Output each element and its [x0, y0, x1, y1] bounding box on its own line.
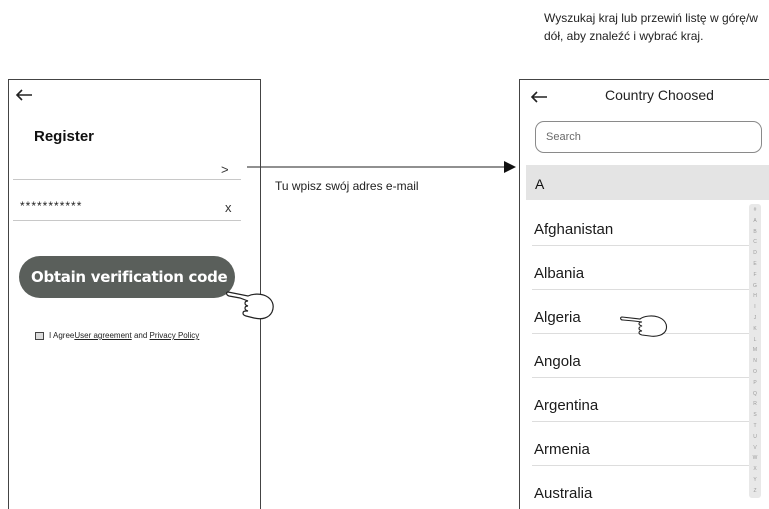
agree-prefix: I Agree	[49, 331, 75, 340]
email-field-underline	[13, 179, 241, 180]
obtain-verification-code-button[interactable]: Obtain verification code	[19, 256, 235, 298]
agree-connector: and	[131, 331, 150, 340]
index-letter[interactable]: C	[753, 240, 757, 245]
index-letter[interactable]: X	[753, 467, 756, 472]
register-screen: Register > *********** x Obtain verifica…	[8, 79, 274, 509]
index-letter[interactable]: O	[753, 369, 757, 375]
index-letter[interactable]: S	[753, 413, 756, 418]
index-letter[interactable]: T	[753, 423, 756, 429]
index-letter[interactable]: K	[753, 326, 756, 332]
country-screen: Country Choosed Search A Afghanistan Alb…	[519, 79, 769, 509]
agree-checkbox[interactable]	[35, 331, 44, 340]
agreement-row: I Agree User agreement and Privacy Polic…	[35, 331, 199, 340]
list-item[interactable]: Australia	[534, 485, 592, 502]
index-letter[interactable]: F	[753, 272, 756, 278]
index-letter[interactable]: U	[753, 434, 757, 440]
list-item[interactable]: Afghanistan	[534, 221, 613, 238]
index-letter[interactable]: P	[753, 380, 756, 386]
next-icon[interactable]: >	[221, 162, 229, 177]
alphabet-index-scrollbar[interactable]: # A B C D E F G H I J K L M N O P Q R S T U V W X Y Z	[749, 204, 761, 498]
index-letter[interactable]: G	[753, 283, 757, 289]
index-letter[interactable]: H	[753, 294, 757, 299]
back-arrow-icon[interactable]	[530, 88, 548, 108]
email-hint-callout: Tu wpisz swój adres e-mail	[275, 179, 419, 193]
index-letter[interactable]: Y	[753, 477, 756, 483]
index-letter[interactable]: E	[753, 261, 756, 267]
email-field[interactable]: >	[9, 154, 241, 178]
row-divider	[532, 289, 750, 290]
index-letter[interactable]: Z	[753, 488, 756, 494]
index-letter[interactable]: I	[754, 305, 755, 310]
country-hint-callout: Wyszukaj kraj lub przewiń listę w górę/w…	[544, 11, 758, 43]
list-item[interactable]: Albania	[534, 265, 584, 282]
index-letter[interactable]: D	[753, 251, 757, 256]
list-item[interactable]: Armenia	[534, 441, 590, 458]
user-agreement-link[interactable]: User agreement	[74, 331, 131, 340]
page-title: Register	[34, 128, 95, 145]
index-letter[interactable]: W	[753, 456, 758, 461]
clear-icon[interactable]: x	[225, 200, 232, 215]
back-arrow-icon[interactable]	[15, 86, 33, 106]
pointing-hand-icon	[226, 291, 274, 320]
list-item[interactable]: Angola	[534, 353, 581, 370]
search-input[interactable]: Search	[535, 121, 762, 153]
row-divider	[532, 377, 750, 378]
privacy-policy-link[interactable]: Privacy Policy	[150, 331, 200, 340]
index-letter[interactable]: L	[754, 337, 757, 343]
index-letter[interactable]: R	[753, 402, 757, 407]
index-letter[interactable]: M	[753, 348, 757, 353]
index-letter[interactable]: B	[753, 229, 756, 235]
row-divider	[532, 465, 750, 466]
index-letter[interactable]: V	[753, 445, 756, 451]
row-divider	[532, 421, 750, 422]
index-letter[interactable]: #	[754, 208, 757, 213]
index-letter[interactable]: Q	[753, 391, 757, 397]
index-letter[interactable]: J	[754, 315, 757, 321]
page-title: Country Choosed	[605, 87, 714, 103]
index-letter[interactable]: N	[753, 359, 757, 364]
list-item[interactable]: Algeria	[534, 309, 581, 326]
pointing-hand-icon	[620, 315, 668, 337]
section-header: A	[526, 165, 769, 200]
row-divider	[532, 245, 750, 246]
index-letter[interactable]: A	[753, 218, 756, 224]
password-field[interactable]: ***********	[20, 199, 82, 213]
password-field-underline	[13, 220, 241, 221]
list-item[interactable]: Argentina	[534, 397, 598, 414]
